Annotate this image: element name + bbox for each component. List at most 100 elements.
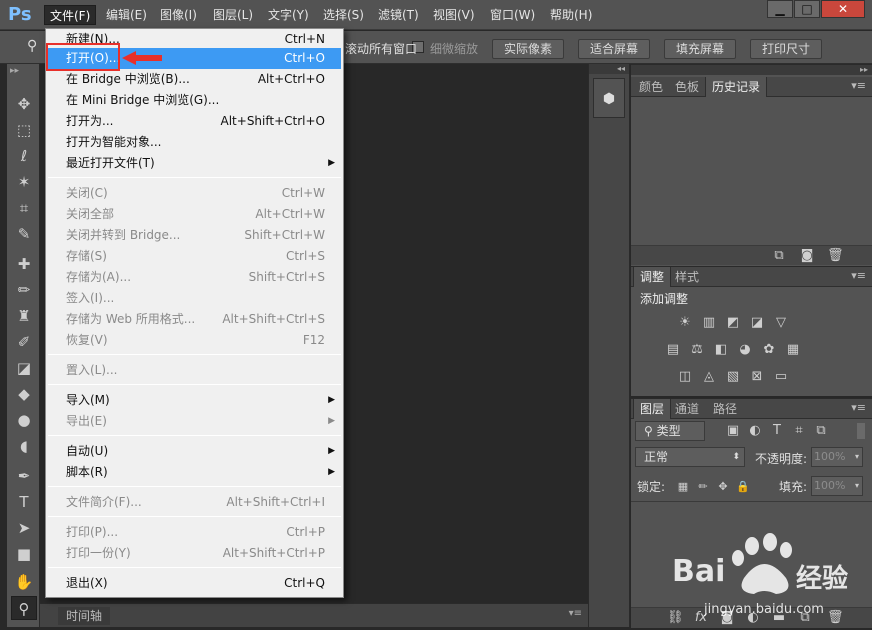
new-document-from-state-icon[interactable]: ⧉ [771,248,787,264]
menu-view[interactable]: 视图(V) [428,5,480,25]
threshold-icon[interactable]: ▧ [725,369,741,385]
tab-adjustments[interactable]: 调整 [633,267,672,287]
actual-pixels-button[interactable]: 实际像素 [492,39,564,59]
collapse-tools-icon[interactable]: ▸▸ [10,66,19,76]
menu-item-scripts[interactable]: 脚本(R) ▶ [48,462,341,483]
lock-all-icon[interactable]: 🔒 [735,479,751,495]
tab-channels[interactable]: 通道 [669,399,705,419]
hue-saturation-icon[interactable]: ▤ [665,342,681,358]
clone-stamp-tool-icon[interactable]: ♜ [11,304,37,328]
fill-field[interactable]: 100% ▾ [811,476,863,496]
menu-item-close-all[interactable]: 关闭全部 Alt+Ctrl+W [48,204,341,225]
magic-wand-tool-icon[interactable]: ✶ [11,170,37,194]
filter-toggle[interactable] [857,423,865,439]
tab-layers[interactable]: 图层 [633,399,672,419]
brush-tool-icon[interactable]: ✏ [11,278,37,302]
filter-shape-icon[interactable]: ⌗ [791,423,807,439]
menu-item-import[interactable]: 导入(M) ▶ [48,390,341,411]
filter-type-icon[interactable]: T [769,423,785,439]
menu-layer[interactable]: 图层(L) [208,5,258,25]
menu-item-open-as[interactable]: 打开为... Alt+Shift+Ctrl+O [48,111,341,132]
menu-item-automate[interactable]: 自动(U) ▶ [48,441,341,462]
menu-help[interactable]: 帮助(H) [545,5,597,25]
menu-filter[interactable]: 滤镜(T) [373,5,424,25]
dodge-tool-icon[interactable]: ◖ [11,434,37,458]
menu-item-check-in[interactable]: 签入(I)... [48,288,341,309]
menu-item-save-for-web[interactable]: 存储为 Web 所用格式... Alt+Shift+Ctrl+S [48,309,341,330]
menu-item-close[interactable]: 关闭(C) Ctrl+W [48,183,341,204]
path-selection-tool-icon[interactable]: ➤ [11,516,37,540]
levels-icon[interactable]: ▥ [701,315,717,331]
eraser-tool-icon[interactable]: ◪ [11,356,37,380]
menu-item-recent-files[interactable]: 最近打开文件(T) ▶ [48,153,341,174]
menu-item-save[interactable]: 存储(S) Ctrl+S [48,246,341,267]
new-snapshot-icon[interactable]: ◙ [799,248,815,264]
menu-item-export[interactable]: 导出(E) ▶ [48,411,341,432]
lock-image-icon[interactable]: ✏ [695,479,711,495]
fill-screen-button[interactable]: 填充屏幕 [664,39,736,59]
type-tool-icon[interactable]: T [11,490,37,514]
filter-smart-object-icon[interactable]: ⧉ [813,423,829,439]
panel-menu-icon[interactable]: ▾≡ [851,79,866,92]
print-size-button[interactable]: 打印尺寸 [750,39,822,59]
menu-item-browse-mini-bridge[interactable]: 在 Mini Bridge 中浏览(G)... [48,90,341,111]
trash-icon[interactable]: 🗑 [827,248,844,264]
timeline-tab[interactable]: 时间轴 [58,607,111,625]
selective-color-icon[interactable]: ⊠ [749,369,765,385]
eyedropper-tool-icon[interactable]: ✎ [11,222,37,246]
vibrance-icon[interactable]: ▽ [773,315,789,331]
menu-item-file-info[interactable]: 文件简介(F)... Alt+Shift+Ctrl+I [48,492,341,513]
menu-select[interactable]: 选择(S) [318,5,369,25]
black-white-icon[interactable]: ◧ [713,342,729,358]
menu-file[interactable]: 文件(F) [44,5,97,25]
zoom-tool-icon[interactable]: ⚲ [11,596,37,620]
menu-item-print[interactable]: 打印(P)... Ctrl+P [48,522,341,543]
menu-item-revert[interactable]: 恢复(V) F12 [48,330,341,351]
color-balance-icon[interactable]: ⚖ [689,342,705,358]
color-lookup-icon[interactable]: ▦ [785,342,801,358]
layer-filter-select[interactable]: ⚲ 类型 [635,421,705,441]
tab-color[interactable]: 颜色 [633,77,669,97]
history-brush-tool-icon[interactable]: ✐ [11,330,37,354]
maximize-button[interactable]: □ [794,0,820,18]
lock-transparent-icon[interactable]: ▦ [675,479,691,495]
posterize-icon[interactable]: ◬ [701,369,717,385]
zoom-tool-preset-icon[interactable]: ⚲ [27,38,43,54]
filter-pixel-icon[interactable]: ▣ [725,423,741,439]
pen-tool-icon[interactable]: ✒ [11,464,37,488]
crop-tool-icon[interactable]: ⌗ [11,196,37,220]
brightness-contrast-icon[interactable]: ☀ [677,315,693,331]
menu-item-print-one-copy[interactable]: 打印一份(Y) Alt+Shift+Ctrl+P [48,543,341,564]
lasso-tool-icon[interactable]: ℓ [11,144,37,168]
healing-brush-tool-icon[interactable]: ✚ [11,252,37,276]
panel-menu-icon[interactable]: ▾≡ [851,401,866,414]
rectangle-tool-icon[interactable]: ■ [11,542,37,566]
collapse-panels-icon[interactable]: ▸▸ [631,65,872,75]
menu-edit[interactable]: 编辑(E) [101,5,152,25]
menu-image[interactable]: 图像(I) [155,5,202,25]
marquee-tool-icon[interactable]: ⬚ [11,118,37,142]
chevron-down-icon[interactable]: ▾ [855,448,859,466]
menu-type[interactable]: 文字(Y) [263,5,314,25]
paint-bucket-tool-icon[interactable]: ◆ [11,382,37,406]
lock-position-icon[interactable]: ✥ [715,479,731,495]
collapse-dock-icon[interactable]: ◂◂ [589,64,629,74]
opacity-field[interactable]: 100% ▾ [811,447,863,467]
blend-mode-select[interactable]: 正常 ⬍ [635,447,745,467]
invert-icon[interactable]: ◫ [677,369,693,385]
tab-styles[interactable]: 样式 [669,267,705,287]
panel-menu-icon[interactable]: ▾≡ [569,608,582,619]
tab-history[interactable]: 历史记录 [705,77,768,97]
hand-tool-icon[interactable]: ✋ [11,570,37,594]
minimize-button[interactable]: ▁ [767,0,793,18]
tab-paths[interactable]: 路径 [707,399,743,419]
menu-item-place[interactable]: 置入(L)... [48,360,341,381]
menu-item-save-as[interactable]: 存储为(A)... Shift+Ctrl+S [48,267,341,288]
close-button[interactable]: ✕ [821,0,865,18]
tab-swatches[interactable]: 色板 [669,77,705,97]
panel-menu-icon[interactable]: ▾≡ [851,269,866,282]
gradient-map-icon[interactable]: ▭ [773,369,789,385]
filter-adjustment-icon[interactable]: ◐ [747,423,763,439]
photo-filter-icon[interactable]: ◕ [737,342,753,358]
menu-item-browse-bridge[interactable]: 在 Bridge 中浏览(B)... Alt+Ctrl+O [48,69,341,90]
